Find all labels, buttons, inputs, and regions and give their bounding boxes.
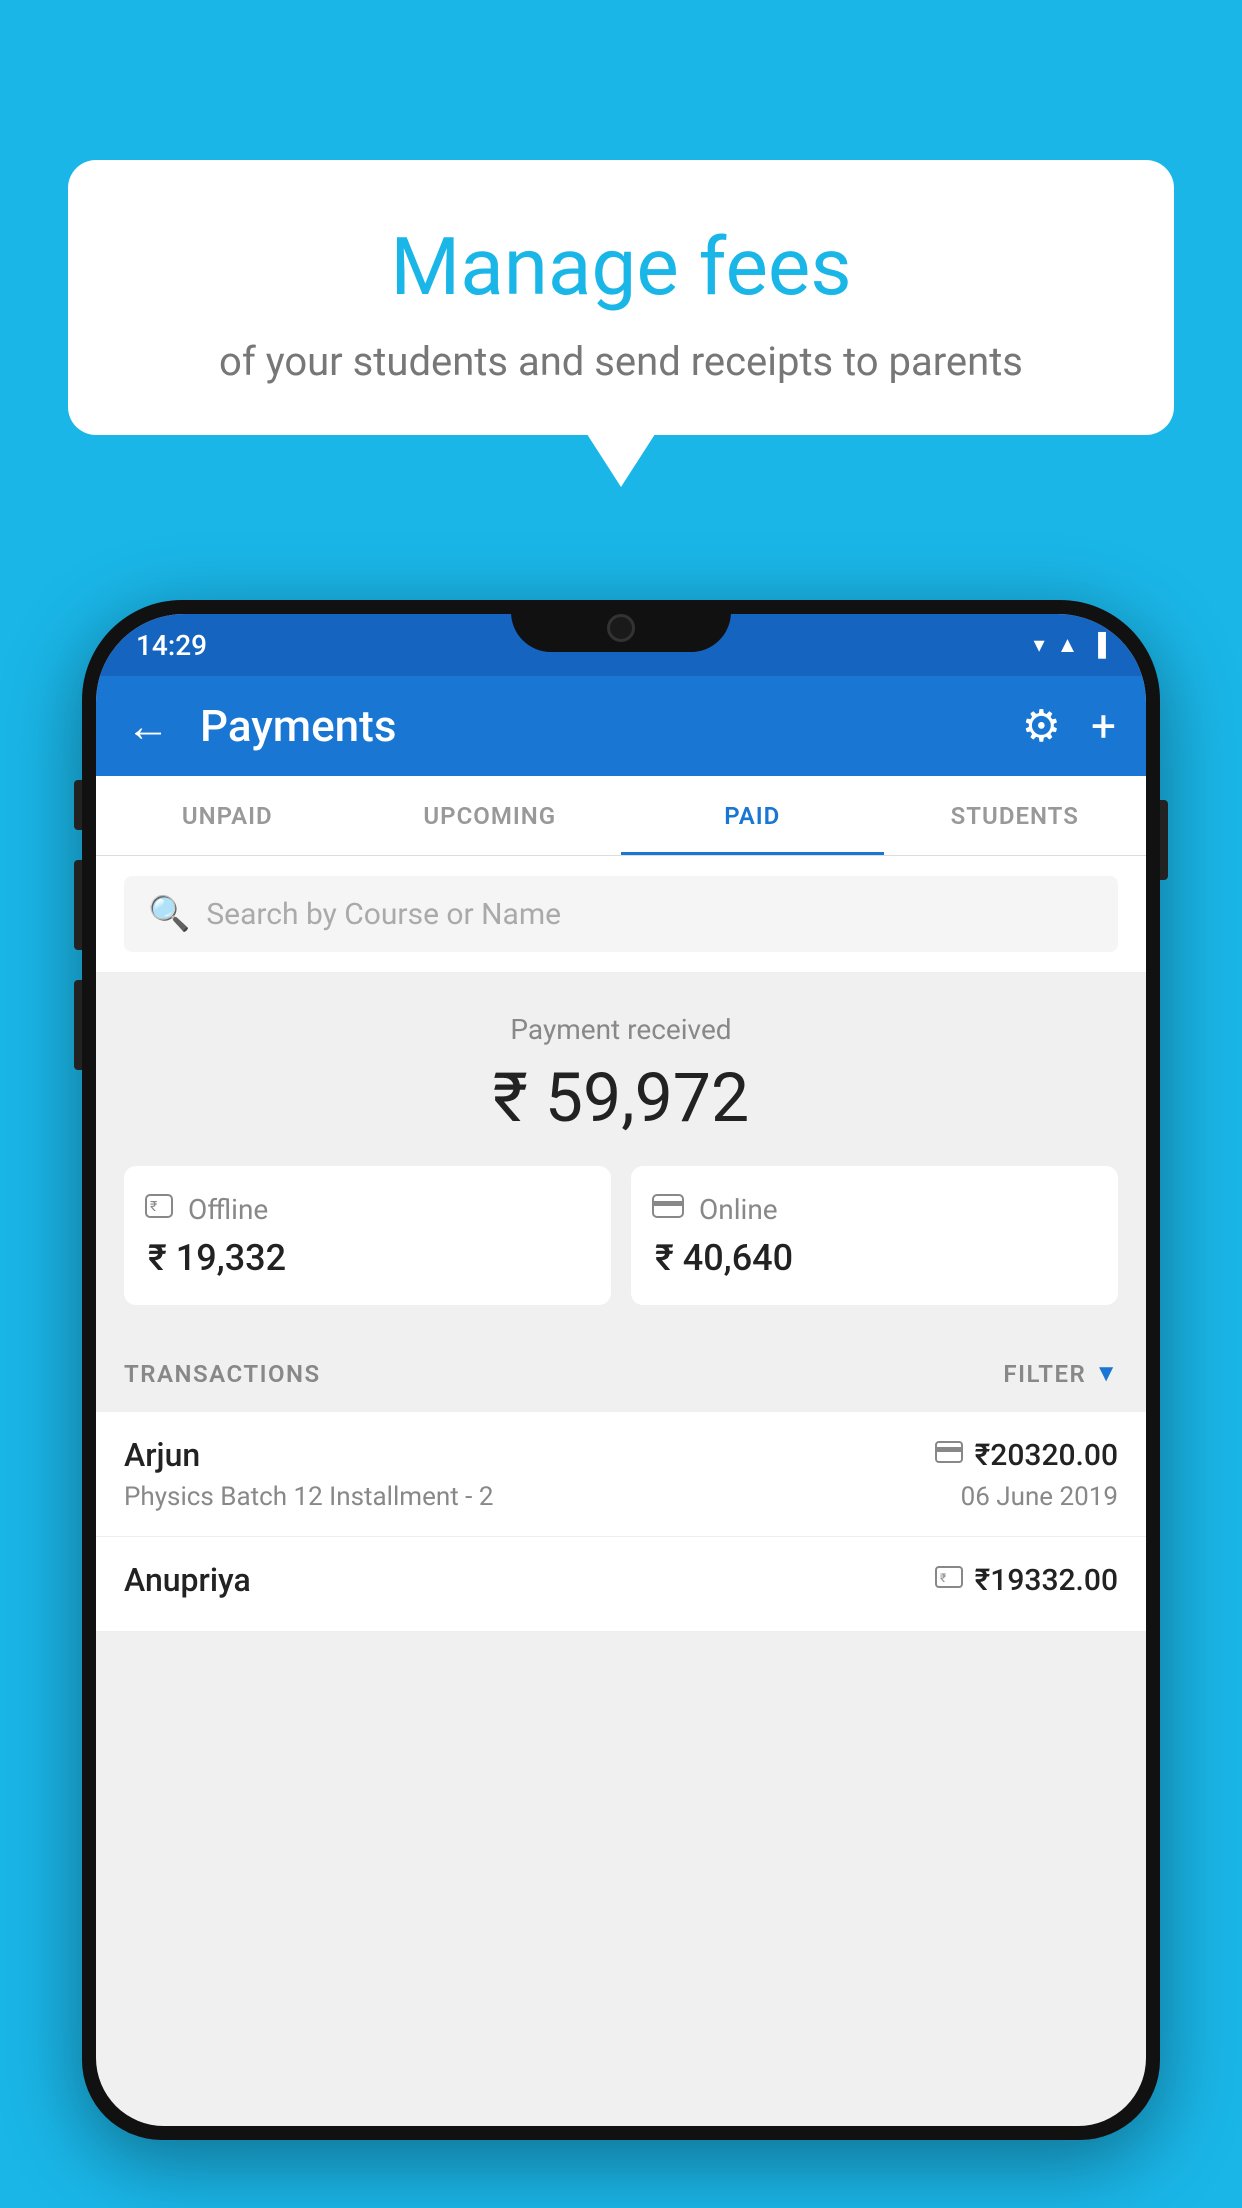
payment-received-label: Payment received bbox=[124, 1013, 1118, 1046]
phone-notch bbox=[511, 600, 731, 652]
offline-card-header: ₹ Offline bbox=[144, 1192, 268, 1227]
search-input[interactable]: Search by Course or Name bbox=[206, 897, 561, 932]
app-bar-title: Payments bbox=[200, 700, 1002, 752]
online-amount: ₹ 40,640 bbox=[651, 1237, 793, 1279]
transaction-row-top: Anupriya ₹ ₹19332.00 bbox=[124, 1561, 1118, 1599]
volume-down-button bbox=[74, 860, 82, 950]
offline-payment-icon: ₹ bbox=[144, 1192, 174, 1227]
svg-text:₹: ₹ bbox=[150, 1199, 157, 1215]
battery-icon: ▐ bbox=[1090, 632, 1106, 658]
transaction-amount-wrapper: ₹ ₹19332.00 bbox=[935, 1563, 1118, 1598]
tab-paid[interactable]: PAID bbox=[621, 776, 884, 855]
svg-text:₹: ₹ bbox=[940, 1571, 946, 1585]
transactions-label: TRANSACTIONS bbox=[124, 1360, 321, 1388]
online-payment-card: Online ₹ 40,640 bbox=[631, 1166, 1118, 1305]
search-container: 🔍 Search by Course or Name bbox=[96, 856, 1146, 973]
filter-icon: ▼ bbox=[1094, 1359, 1118, 1388]
filter-wrapper[interactable]: FILTER ▼ bbox=[1003, 1359, 1118, 1388]
wifi-icon: ▾ bbox=[1034, 633, 1045, 658]
transaction-date: 06 June 2019 bbox=[961, 1482, 1118, 1512]
volume-up-button bbox=[74, 780, 82, 830]
table-row[interactable]: Arjun ₹20320.00 bbox=[96, 1412, 1146, 1537]
back-button[interactable]: ← bbox=[126, 700, 170, 752]
tab-upcoming[interactable]: UPCOMING bbox=[359, 776, 622, 855]
transaction-amount-wrapper: ₹20320.00 bbox=[935, 1438, 1118, 1473]
transaction-list: Arjun ₹20320.00 bbox=[96, 1412, 1146, 1632]
signal-icon: ▲ bbox=[1057, 632, 1079, 658]
tab-students[interactable]: STUDENTS bbox=[884, 776, 1147, 855]
offline-amount: ₹ 19,332 bbox=[144, 1237, 286, 1279]
transaction-name: Arjun bbox=[124, 1436, 200, 1474]
phone-camera bbox=[607, 614, 635, 642]
transaction-name: Anupriya bbox=[124, 1561, 251, 1599]
transaction-course: Physics Batch 12 Installment - 2 bbox=[124, 1482, 493, 1512]
table-row[interactable]: Anupriya ₹ ₹19332.00 bbox=[96, 1537, 1146, 1632]
power-button bbox=[1160, 800, 1168, 880]
silent-button bbox=[74, 980, 82, 1070]
tab-unpaid[interactable]: UNPAID bbox=[96, 776, 359, 855]
payment-cards: ₹ Offline ₹ 19,332 bbox=[124, 1166, 1118, 1305]
payment-total-amount: ₹ 59,972 bbox=[124, 1058, 1118, 1138]
phone-container: 14:29 ▾ ▲ ▐ ← Payments ⚙ bbox=[82, 600, 1160, 2208]
search-icon: 🔍 bbox=[148, 894, 190, 934]
phone-screen: 14:29 ▾ ▲ ▐ ← Payments ⚙ bbox=[96, 614, 1146, 2126]
online-payment-icon bbox=[651, 1192, 685, 1227]
settings-icon[interactable]: ⚙ bbox=[1022, 700, 1061, 752]
speech-bubble-title: Manage fees bbox=[118, 220, 1124, 314]
transaction-row-bottom: Physics Batch 12 Installment - 2 06 June… bbox=[124, 1482, 1118, 1512]
speech-bubble-subtitle: of your students and send receipts to pa… bbox=[118, 338, 1124, 385]
transaction-amount: ₹19332.00 bbox=[975, 1563, 1118, 1598]
offline-label: Offline bbox=[188, 1193, 268, 1226]
transactions-header: TRANSACTIONS FILTER ▼ bbox=[96, 1335, 1146, 1412]
speech-bubble-container: Manage fees of your students and send re… bbox=[68, 160, 1174, 435]
filter-label: FILTER bbox=[1003, 1360, 1086, 1388]
transaction-amount: ₹20320.00 bbox=[975, 1438, 1118, 1473]
app-bar: ← Payments ⚙ + bbox=[96, 676, 1146, 776]
offline-payment-card: ₹ Offline ₹ 19,332 bbox=[124, 1166, 611, 1305]
transaction-row-top: Arjun ₹20320.00 bbox=[124, 1436, 1118, 1474]
search-input-wrapper[interactable]: 🔍 Search by Course or Name bbox=[124, 876, 1118, 952]
card-payment-icon bbox=[935, 1440, 963, 1470]
app-bar-actions: ⚙ + bbox=[1022, 700, 1116, 752]
add-icon[interactable]: + bbox=[1091, 700, 1116, 752]
status-time: 14:29 bbox=[136, 629, 207, 662]
online-card-header: Online bbox=[651, 1192, 778, 1227]
tabs-container: UNPAID UPCOMING PAID STUDENTS bbox=[96, 776, 1146, 856]
online-label: Online bbox=[699, 1193, 778, 1226]
offline-payment-icon-row: ₹ bbox=[935, 1565, 963, 1595]
payment-summary: Payment received ₹ 59,972 ₹ bbox=[96, 973, 1146, 1335]
phone-frame: 14:29 ▾ ▲ ▐ ← Payments ⚙ bbox=[82, 600, 1160, 2140]
status-icons: ▾ ▲ ▐ bbox=[1034, 632, 1106, 658]
